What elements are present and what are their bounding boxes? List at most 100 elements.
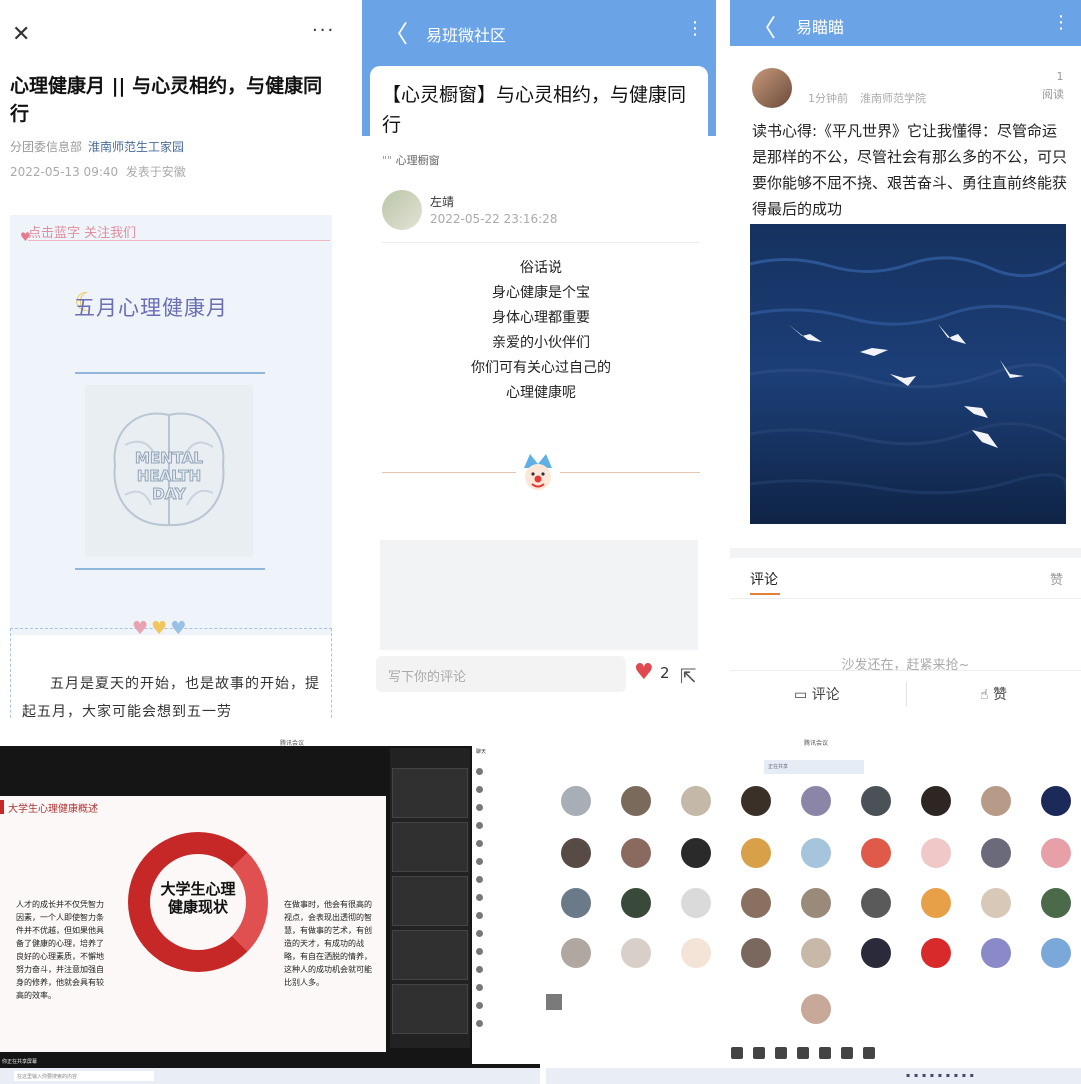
- participant-tile[interactable]: [606, 786, 666, 841]
- members-icon[interactable]: [797, 1047, 809, 1059]
- participant-tile[interactable]: [606, 838, 666, 893]
- participant-tile[interactable]: [846, 786, 906, 841]
- chat-row[interactable]: [476, 1020, 536, 1030]
- seagulls-photo[interactable]: [750, 224, 1066, 524]
- chat-row[interactable]: [476, 804, 536, 814]
- poem-line: 身心健康是个宝: [492, 285, 590, 301]
- participant-tile[interactable]: [1026, 938, 1081, 993]
- participant-tile[interactable]: [966, 888, 1026, 943]
- participant-tile[interactable]: [906, 888, 966, 943]
- chat-row[interactable]: [476, 984, 536, 994]
- participant-tile[interactable]: [966, 786, 1026, 841]
- participant-tile[interactable]: [546, 786, 606, 841]
- more-icon[interactable]: ···: [312, 20, 335, 41]
- article-org: 分团委信息部: [10, 140, 83, 154]
- like-button[interactable]: ☝ 赞: [980, 684, 1007, 704]
- system-tray: ▪ ▪ ▪ ▪ ▪ ▪ ▪ ▪ ▪: [906, 1072, 975, 1079]
- chat-row[interactable]: [476, 894, 536, 904]
- participant-tile[interactable]: [606, 938, 666, 993]
- participant-tile[interactable]: [666, 888, 726, 943]
- participant-tile[interactable]: [786, 838, 846, 893]
- participant-tile[interactable]: [906, 838, 966, 893]
- participant-tile[interactable]: [546, 838, 606, 893]
- participant-tile[interactable]: [546, 888, 606, 943]
- community-post-panel: 〈 易班微社区 ⋮ 【心灵橱窗】与心灵相约，与健康同行 "" 心理橱窗 左靖 2…: [362, 0, 716, 718]
- chat-row[interactable]: [476, 786, 536, 796]
- like-button-label: 赞: [992, 687, 1007, 703]
- share-icon[interactable]: ⇱: [680, 664, 697, 688]
- participant-tile[interactable]: [666, 786, 726, 841]
- participant-tile[interactable]: [726, 938, 786, 993]
- chat-row[interactable]: [476, 912, 536, 922]
- participant-tile[interactable]: [786, 786, 846, 841]
- participant-tile[interactable]: [606, 888, 666, 943]
- settings-icon[interactable]: [863, 1047, 875, 1059]
- mic-icon[interactable]: [731, 1047, 743, 1059]
- chat-row[interactable]: [476, 966, 536, 976]
- meeting-gallery-panel: 腾讯会议 正在共享 ▪ ▪ ▪ ▪ ▪ ▪ ▪ ▪ ▪: [546, 738, 1081, 1084]
- share-screen-icon[interactable]: [775, 1047, 787, 1059]
- post-body: 俗话说 身心健康是个宝 身体心理都重要 亲爱的小伙伴们 你们可有关心过自己的 心…: [382, 256, 700, 406]
- chat-row[interactable]: [476, 858, 536, 868]
- participant-tile[interactable]: [546, 938, 606, 993]
- participant-tile[interactable]: [846, 838, 906, 893]
- comment-input[interactable]: 写下你的评论: [376, 656, 626, 692]
- participant-tile[interactable]: [1026, 838, 1081, 893]
- comment-button[interactable]: ▭ 评论: [794, 684, 840, 704]
- participant-tile[interactable]: [786, 938, 846, 993]
- video-tile[interactable]: [392, 930, 468, 980]
- participant-tile[interactable]: [846, 938, 906, 993]
- video-tile[interactable]: [392, 768, 468, 818]
- participant-tile[interactable]: [846, 888, 906, 943]
- header-title: 易瞄瞄: [796, 18, 845, 37]
- participant-tile[interactable]: [966, 838, 1026, 893]
- participant-tile[interactable]: [666, 838, 726, 893]
- participant-tile[interactable]: [726, 888, 786, 943]
- divider: [28, 240, 330, 241]
- close-icon[interactable]: ✕: [12, 22, 30, 47]
- back-icon[interactable]: 〈: [752, 8, 776, 43]
- video-tile[interactable]: [392, 822, 468, 872]
- chat-row[interactable]: [476, 948, 536, 958]
- apps-icon[interactable]: [841, 1047, 853, 1059]
- tab-comments[interactable]: 评论: [750, 569, 778, 589]
- participant-tile[interactable]: [906, 938, 966, 993]
- read-label: 阅读: [1042, 88, 1064, 101]
- taskbar-search[interactable]: 在这里输入你要搜索的内容: [14, 1071, 154, 1081]
- chat-row[interactable]: [476, 822, 536, 832]
- more-icon[interactable]: ⋮: [686, 18, 704, 39]
- chat-row[interactable]: [476, 840, 536, 850]
- chat-row[interactable]: [476, 1002, 536, 1012]
- back-icon[interactable]: 〈: [384, 14, 408, 49]
- like-heart-icon[interactable]: ♥: [634, 660, 654, 685]
- collage: ✕ ··· 心理健康月 || 与心灵相约，与健康同行 分团委信息部 淮南师范生工家…: [0, 0, 1081, 1084]
- post-time: 1分钟前: [808, 92, 848, 105]
- chat-row[interactable]: [476, 876, 536, 886]
- article-source-link[interactable]: 淮南师范生工家园: [88, 140, 184, 154]
- section-gap: [730, 548, 1081, 558]
- thumbs-up-icon: ☝: [980, 687, 993, 703]
- participant-tile[interactable]: [546, 994, 606, 1049]
- video-tile[interactable]: [392, 876, 468, 926]
- avatar[interactable]: [382, 190, 422, 230]
- avatar[interactable]: [752, 68, 792, 108]
- video-tile[interactable]: [392, 984, 468, 1034]
- participant-tile[interactable]: [786, 888, 846, 943]
- more-icon[interactable]: ⋮: [1052, 12, 1070, 33]
- post-tag[interactable]: "" 心理橱窗: [382, 152, 440, 168]
- chat-row[interactable]: [476, 930, 536, 940]
- camera-icon[interactable]: [753, 1047, 765, 1059]
- participant-tile[interactable]: [1026, 786, 1081, 841]
- participant-tile[interactable]: [726, 838, 786, 893]
- participant-tile[interactable]: [906, 786, 966, 841]
- chat-icon[interactable]: [819, 1047, 831, 1059]
- chat-row[interactable]: [476, 768, 536, 778]
- author-name[interactable]: 左靖: [430, 193, 454, 210]
- participant-tile[interactable]: [726, 786, 786, 841]
- tab-likes[interactable]: 赞: [1050, 569, 1063, 588]
- participant-tile[interactable]: [666, 938, 726, 993]
- participant-tile[interactable]: [966, 938, 1026, 993]
- participant-tile[interactable]: [786, 994, 846, 1049]
- window-title: 腾讯会议: [280, 740, 305, 747]
- participant-tile[interactable]: [1026, 888, 1081, 943]
